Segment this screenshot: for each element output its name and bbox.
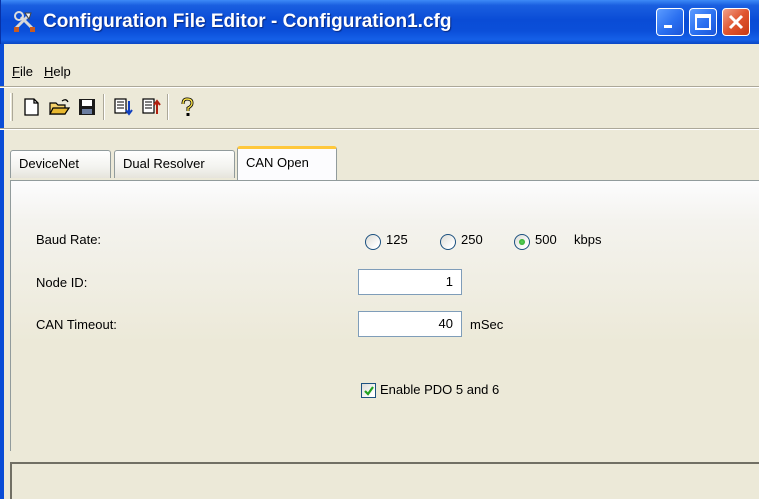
open-folder-icon[interactable] [48, 96, 70, 118]
toolbar [0, 90, 759, 124]
baud-500-radio[interactable] [514, 234, 530, 250]
baud-rate-label: Baud Rate: [36, 232, 102, 247]
tab-strip: DeviceNet Dual Resolver CAN Open [0, 146, 759, 180]
baud-250-radio[interactable] [440, 234, 456, 250]
close-icon [728, 14, 744, 30]
title-bar[interactable]: Configuration File Editor - Configuratio… [0, 0, 759, 44]
import-icon[interactable] [112, 96, 134, 118]
node-id-label: Node ID: [36, 275, 88, 290]
can-timeout-label: CAN Timeout: [36, 317, 117, 332]
toolbar-grip[interactable] [10, 93, 13, 121]
baud-125-radio[interactable] [365, 234, 381, 250]
menu-separator [0, 86, 759, 88]
menu-help-accel: H [44, 64, 54, 79]
baud-125-label[interactable]: 125 [386, 232, 408, 247]
toolbar-separator-line [0, 128, 759, 130]
baud-250-label[interactable]: 250 [461, 232, 483, 247]
maximize-button[interactable] [689, 8, 717, 36]
tab-devicenet[interactable]: DeviceNet [10, 150, 111, 178]
minimize-icon [664, 25, 672, 28]
menu-file[interactable]: File [12, 64, 33, 79]
toolbar-separator [167, 94, 169, 120]
menu-file-label: ile [19, 64, 33, 79]
window-title: Configuration File Editor - Configuratio… [43, 11, 452, 32]
enable-pdo-label[interactable]: Enable PDO 5 and 6 [380, 382, 499, 397]
baud-500-label[interactable]: 500 [535, 232, 557, 247]
tools-icon [13, 11, 35, 32]
help-icon[interactable] [176, 96, 198, 118]
minimize-button[interactable] [656, 8, 684, 36]
status-bar [10, 462, 759, 499]
menu-bar: File Help [0, 60, 759, 82]
tab-dual-resolver[interactable]: Dual Resolver [114, 150, 235, 178]
new-file-icon[interactable] [20, 96, 42, 118]
export-icon[interactable] [140, 96, 162, 118]
save-icon[interactable] [76, 96, 98, 118]
close-button[interactable] [722, 8, 750, 36]
toolbar-separator [103, 94, 105, 120]
menu-file-accel: F [12, 64, 20, 79]
checkmark-icon [364, 386, 374, 396]
baud-unit-label: kbps [574, 232, 602, 247]
tab-can-open[interactable]: CAN Open [237, 146, 337, 180]
maximize-icon [695, 14, 711, 30]
enable-pdo-checkbox[interactable] [361, 383, 376, 398]
node-id-input[interactable]: 1 [358, 269, 462, 295]
can-timeout-unit: mSec [470, 317, 504, 332]
can-timeout-input[interactable]: 40 [358, 311, 462, 337]
menu-help-label: elp [53, 64, 71, 79]
menu-help[interactable]: Help [44, 64, 71, 79]
